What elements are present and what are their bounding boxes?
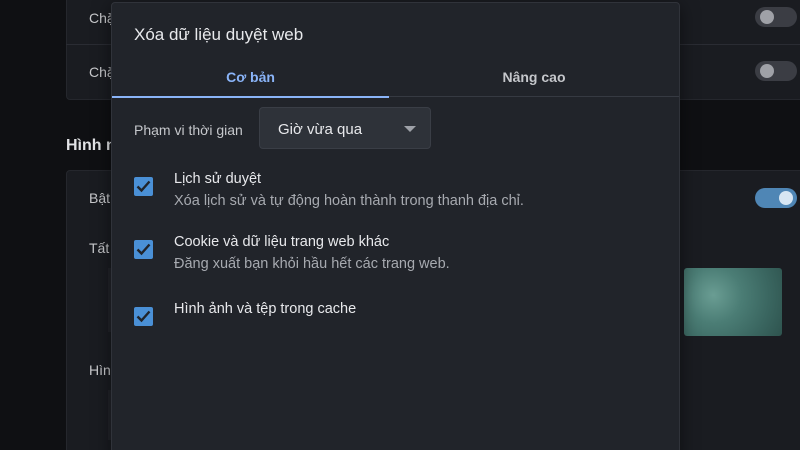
checkmark-icon	[136, 310, 151, 323]
checkmark-icon	[136, 180, 151, 193]
option-title: Lịch sử duyệt	[174, 171, 262, 187]
time-range-select[interactable]: Giờ vừa qua	[259, 107, 431, 149]
settings-row-label: Bật	[89, 190, 111, 206]
clear-browsing-data-dialog: Xóa dữ liệu duyệt web Cơ bản Nâng cao Ph…	[111, 2, 680, 450]
time-range-value: Giờ vừa qua	[278, 121, 363, 138]
option-title: Cookie và dữ liệu trang web khác	[174, 234, 390, 250]
dialog-tabs: Cơ bản Nâng cao	[112, 57, 679, 98]
settings-toggle[interactable]	[755, 7, 797, 27]
settings-row-label: Tất	[89, 240, 110, 256]
checkbox-cookies[interactable]	[134, 240, 153, 259]
wallpaper-thumbnail[interactable]	[684, 268, 782, 336]
chevron-down-icon	[404, 126, 416, 132]
checkbox-cache[interactable]	[134, 307, 153, 326]
settings-toggle[interactable]	[755, 188, 797, 208]
option-title: Hình ảnh và tệp trong cache	[174, 301, 357, 317]
tab-advanced[interactable]: Nâng cao	[389, 57, 679, 97]
tab-basic[interactable]: Cơ bản	[112, 57, 389, 98]
settings-row-label: Hìn	[89, 362, 111, 378]
settings-section-heading: Hình n	[66, 137, 116, 154]
checkmark-icon	[136, 243, 151, 256]
time-range-label: Phạm vi thời gian	[134, 122, 243, 138]
option-description: Đăng xuất bạn khỏi hầu hết các trang web…	[174, 256, 450, 272]
option-description: Xóa lịch sử và tự động hoàn thành trong …	[174, 193, 524, 209]
dialog-title: Xóa dữ liệu duyệt web	[134, 25, 304, 44]
checkbox-browsing-history[interactable]	[134, 177, 153, 196]
settings-toggle[interactable]	[755, 61, 797, 81]
